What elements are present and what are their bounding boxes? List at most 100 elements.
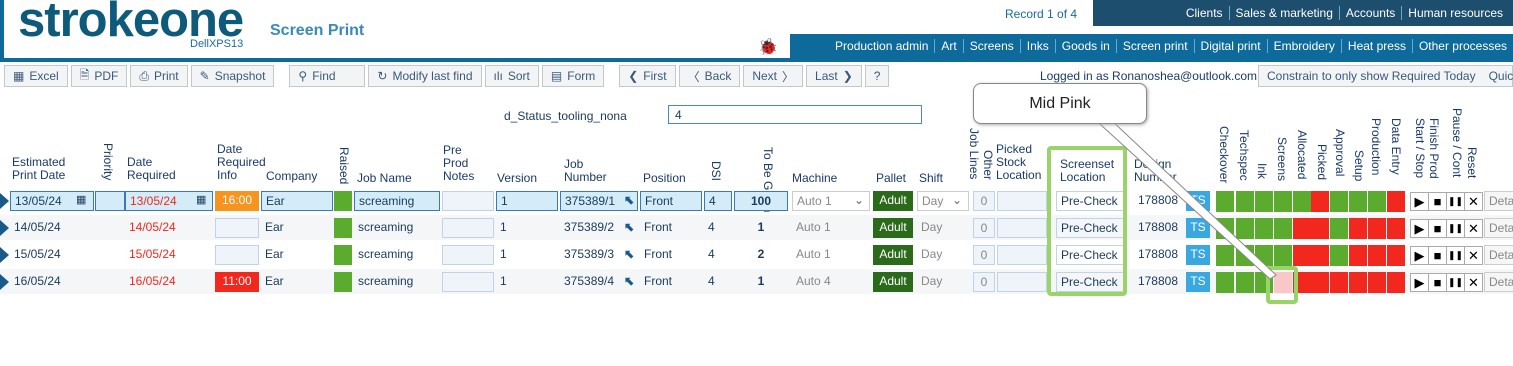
job-link-icon[interactable]: ⬉ — [624, 191, 636, 211]
header-data-entry[interactable]: Data Entry — [1389, 118, 1403, 175]
status-cell[interactable] — [1387, 191, 1405, 212]
modify-last-find-button[interactable]: ↻ Modify last find — [368, 65, 482, 87]
status-cell[interactable] — [1349, 191, 1367, 212]
header-shift[interactable]: Shift — [919, 172, 943, 185]
company[interactable]: Ear — [261, 191, 333, 211]
status-cell[interactable] — [1311, 218, 1329, 239]
pre-prod-notes[interactable] — [442, 245, 494, 265]
status-cell[interactable] — [1387, 218, 1405, 239]
machine-select[interactable]: Auto 4 — [792, 272, 870, 292]
status-cell[interactable] — [1368, 245, 1386, 266]
date-required[interactable]: 15/05/24 — [125, 245, 213, 265]
machine-select[interactable]: Auto 1 — [792, 218, 870, 238]
row-selector-icon[interactable] — [0, 220, 9, 236]
job-link-icon[interactable]: ⬉ — [624, 218, 636, 238]
process-menu-item[interactable]: Inks — [1021, 39, 1056, 53]
reset-icon[interactable]: ✕ — [1464, 219, 1483, 238]
row-selector-icon[interactable] — [0, 274, 9, 290]
header-dsi[interactable]: DSI — [709, 161, 723, 181]
date-required[interactable]: 16/05/24 — [125, 272, 213, 292]
header-date-required-info[interactable]: Date Required Info — [217, 143, 267, 182]
pre-prod-notes[interactable] — [442, 191, 494, 211]
status-cell[interactable] — [1387, 245, 1405, 266]
header-picked-stock-location[interactable]: Picked Stock Location — [996, 143, 1046, 182]
position[interactable]: Front — [640, 191, 702, 211]
pause-icon[interactable]: ❚❚ — [1446, 273, 1465, 292]
shift-select[interactable]: Day — [917, 245, 969, 265]
top-menu-item[interactable]: Accounts — [1340, 6, 1403, 20]
details-button[interactable]: Details — [1484, 272, 1513, 292]
priority[interactable] — [95, 191, 125, 211]
header-company[interactable]: Company — [266, 170, 317, 183]
form-button[interactable]: ▤ Form — [541, 65, 605, 87]
stop-icon[interactable]: ■ — [1428, 192, 1447, 211]
header-estimated-print-date[interactable]: Estimated Print Date — [12, 156, 82, 182]
pause-icon[interactable]: ❚❚ — [1446, 192, 1465, 211]
print-button[interactable]: ⎙ Print — [130, 65, 188, 87]
status-cell[interactable] — [1311, 245, 1329, 266]
pdf-button[interactable]: 🗎 PDF — [70, 65, 128, 87]
estimated-print-date[interactable]: 16/05/24 — [10, 272, 94, 292]
status-cell[interactable] — [1311, 272, 1329, 293]
process-menu-item[interactable]: Goods in — [1056, 39, 1117, 53]
header-date-required[interactable]: Date Required — [127, 156, 187, 182]
company[interactable]: Ear — [261, 272, 333, 292]
excel-button[interactable]: ▦ Excel — [4, 65, 68, 87]
pause-icon[interactable]: ❚❚ — [1446, 219, 1465, 238]
header-approval[interactable]: Approval — [1333, 129, 1347, 176]
to-be-given[interactable]: 1 — [734, 272, 788, 292]
snapshot-button[interactable]: ✎ Snapshot — [190, 65, 275, 87]
job-link-icon[interactable]: ⬉ — [624, 272, 636, 292]
first-button[interactable]: ❮ First — [619, 65, 676, 87]
reset-icon[interactable]: ✕ — [1464, 246, 1483, 265]
status-cell[interactable] — [1293, 191, 1311, 212]
header-setup[interactable]: Setup — [1352, 150, 1366, 181]
picked-stock-location[interactable] — [997, 218, 1047, 238]
job-name[interactable]: screaming — [354, 245, 440, 265]
header-version[interactable]: Version — [497, 172, 537, 185]
header-raised[interactable]: Raised — [337, 147, 351, 184]
start-icon[interactable]: ▶ — [1410, 273, 1429, 292]
to-be-given[interactable]: 2 — [734, 245, 788, 265]
version[interactable]: 1 — [496, 191, 558, 211]
machine-select[interactable]: Auto 1 — [792, 245, 870, 265]
header-job-lines[interactable]: Job Lines — [967, 128, 981, 179]
reset-icon[interactable]: ✕ — [1464, 192, 1483, 211]
status-cell[interactable] — [1330, 245, 1348, 266]
process-menu-item[interactable]: Other processes — [1413, 39, 1513, 53]
header-production[interactable]: Production — [1369, 118, 1383, 175]
last-button[interactable]: Last ❯ — [806, 65, 862, 87]
pre-prod-notes[interactable] — [442, 272, 494, 292]
to-be-given[interactable]: 100 — [734, 191, 788, 211]
calendar-icon[interactable]: ▦ — [76, 191, 92, 211]
header-pallet[interactable]: Pallet — [876, 172, 906, 185]
header-position[interactable]: Position — [643, 172, 686, 185]
header-finish-prod[interactable]: Finish Prod — [1427, 118, 1441, 179]
status-cell[interactable] — [1349, 245, 1367, 266]
start-icon[interactable]: ▶ — [1410, 246, 1429, 265]
header-priority[interactable]: Priority — [101, 143, 115, 180]
position[interactable]: Front — [640, 272, 702, 292]
pause-icon[interactable]: ❚❚ — [1446, 246, 1465, 265]
top-menu-item[interactable]: Human resources — [1402, 6, 1509, 20]
header-allocated[interactable]: Allocated — [1295, 130, 1309, 179]
job-name[interactable]: screaming — [354, 218, 440, 238]
details-button[interactable]: Details — [1484, 191, 1513, 211]
header-job-name[interactable]: Job Name — [357, 172, 412, 185]
picked-stock-location[interactable] — [997, 272, 1047, 292]
constrain-required-today-button[interactable]: Constrain to only show Required Today Qui… — [1258, 65, 1513, 87]
status-cell[interactable] — [1293, 245, 1311, 266]
process-menu-item[interactable]: Digital print — [1195, 39, 1268, 53]
status-cell[interactable] — [1293, 218, 1311, 239]
status-cell[interactable] — [1330, 191, 1348, 212]
shift-select[interactable]: Day — [917, 218, 969, 238]
details-button[interactable]: Details — [1484, 218, 1513, 238]
bug-icon[interactable]: 🐞 — [758, 37, 778, 57]
status-cell[interactable] — [1368, 191, 1386, 212]
dsi[interactable]: 4 — [704, 191, 732, 211]
status-cell[interactable] — [1330, 272, 1348, 293]
start-icon[interactable]: ▶ — [1410, 192, 1429, 211]
stop-icon[interactable]: ■ — [1428, 219, 1447, 238]
header-reset[interactable]: Reset — [1465, 147, 1479, 178]
estimated-print-date[interactable]: 14/05/24 — [10, 218, 94, 238]
